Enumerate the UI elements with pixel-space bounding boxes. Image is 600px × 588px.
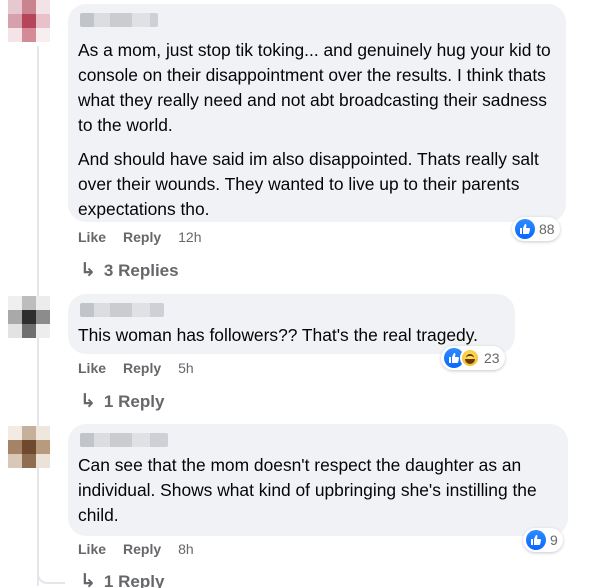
view-replies-link[interactable]: ↳ 1 Reply [80,570,164,588]
avatar[interactable] [8,0,50,42]
comment-timestamp[interactable]: 12h [178,229,201,245]
comment-bubble: Can see that the mom doesn't respect the… [68,424,568,536]
like-reaction-icon [515,219,535,239]
replies-label: 1 Reply [103,391,165,411]
reply-button[interactable]: Reply [123,360,161,376]
comment-text: Can see that the mom doesn't respect the… [78,455,537,525]
comment-bubble: As a mom, just stop tik toking... and ge… [68,4,566,222]
reaction-count: 23 [484,350,500,366]
reaction-summary[interactable]: 23 [441,346,505,370]
like-button[interactable]: Like [78,541,106,557]
reaction-summary[interactable]: 88 [512,217,560,241]
view-replies-link[interactable]: ↳ 3 Replies [80,259,179,282]
replies-label: 3 Replies [103,260,179,280]
view-replies-link[interactable]: ↳ 1 Reply [80,390,164,413]
reply-button[interactable]: Reply [123,229,161,245]
like-reaction-icon [526,530,546,550]
replies-label: 1 Reply [103,571,165,588]
haha-reaction-icon [460,348,480,368]
reply-button[interactable]: Reply [123,541,161,557]
comment-actions: Like Reply 12h [78,229,202,245]
author-name[interactable] [80,303,164,317]
reply-arrow-icon: ↳ [80,260,96,281]
like-button[interactable]: Like [78,229,106,245]
thread-connector [37,570,65,584]
reply-arrow-icon: ↳ [80,391,96,412]
comment-text: This woman has followers?? That's the re… [78,325,478,345]
comment-timestamp[interactable]: 5h [178,360,194,376]
avatar[interactable] [8,426,50,468]
author-name[interactable] [80,433,168,447]
author-name[interactable] [80,13,158,27]
reaction-count: 9 [550,532,558,548]
like-button[interactable]: Like [78,360,106,376]
comment-actions: Like Reply 8h [78,541,194,557]
reply-arrow-icon: ↳ [80,571,96,588]
comment-bubble: This woman has followers?? That's the re… [68,294,515,354]
comment-actions: Like Reply 5h [78,360,194,376]
reaction-count: 88 [539,221,555,237]
reaction-summary[interactable]: 9 [523,528,563,552]
comment-text: As a mom, just stop tik toking... and ge… [78,40,551,135]
comment-timestamp[interactable]: 8h [178,541,194,557]
avatar[interactable] [8,296,50,338]
comment-text: And should have said im also disappointe… [78,149,539,219]
